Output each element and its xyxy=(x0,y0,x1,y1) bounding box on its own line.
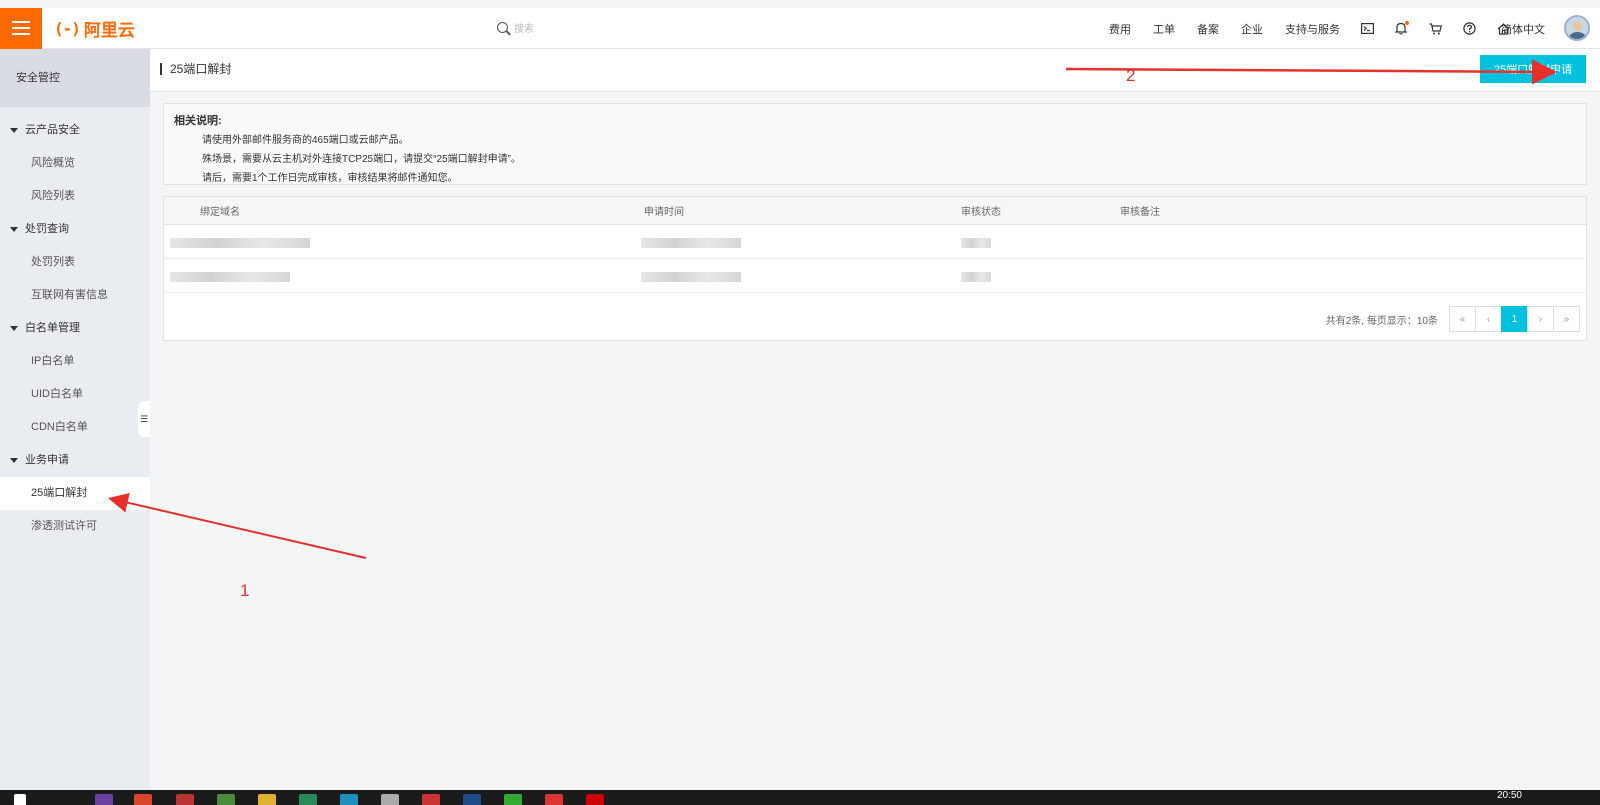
sidebar-group-label: 云产品安全 xyxy=(25,124,80,136)
pager-page-1[interactable]: 1 xyxy=(1501,306,1528,332)
sidebar-group-whitelist[interactable]: 白名单管理 xyxy=(0,312,150,345)
sidebar-item-penalty-list[interactable]: 处罚列表 xyxy=(0,246,150,279)
app-icon[interactable] xyxy=(422,794,440,805)
caret-down-icon xyxy=(10,128,18,133)
app-icon[interactable] xyxy=(95,794,113,805)
cart-icon[interactable] xyxy=(1428,22,1442,36)
table-header: 绑定域名 申请时间 审核状态 审核备注 xyxy=(164,197,1586,225)
aliyun-logo[interactable]: (-) 阿里云 xyxy=(54,16,135,41)
col-review-note: 审核备注 xyxy=(1120,207,1160,218)
caret-down-icon xyxy=(10,326,18,331)
bell-icon[interactable] xyxy=(1394,20,1409,36)
windows-taskbar: 20:50 xyxy=(0,790,1600,805)
sidebar-group-penalty[interactable]: 处罚查询 xyxy=(0,213,150,246)
pager-summary: 共有2条, 每页显示：10条 xyxy=(1325,315,1438,327)
app-icon[interactable] xyxy=(340,794,358,805)
sidebar-item-harmful-info[interactable]: 互联网有害信息 xyxy=(0,279,150,312)
blurred-cell xyxy=(961,238,991,248)
language-switcher[interactable]: 简体中文 xyxy=(1501,21,1545,37)
nav-tickets[interactable]: 工单 xyxy=(1153,21,1175,37)
notice-line: 殊场景，需要从云主机对外连接TCP25端口，请提交“25端口解封申请”。 xyxy=(202,154,521,165)
sidebar-item-cdn-whitelist[interactable]: CDN白名单 xyxy=(0,411,150,444)
logo-text: 阿里云 xyxy=(83,20,135,40)
chrome-icon[interactable] xyxy=(134,794,152,805)
page-title: 25端口解封 xyxy=(160,63,231,75)
app-icon[interactable] xyxy=(463,794,481,805)
sidebar: 安全管控 云产品安全 风险概览 风险列表 处罚查询 处罚列表 互联网有害信息 白… xyxy=(0,49,150,790)
blurred-cell xyxy=(170,272,290,282)
blurred-cell xyxy=(641,272,741,282)
caret-down-icon xyxy=(10,458,18,463)
app-icon[interactable] xyxy=(381,794,399,805)
col-apply-time: 申请时间 xyxy=(644,207,684,218)
sidebar-item-uid-whitelist[interactable]: UID白名单 xyxy=(0,378,150,411)
nav-support[interactable]: 支持与服务 xyxy=(1285,21,1340,37)
col-domain: 绑定域名 xyxy=(200,207,240,218)
nav-enterprise[interactable]: 企业 xyxy=(1241,21,1263,37)
annotation-label-2: 2 xyxy=(1126,66,1136,85)
table-row[interactable] xyxy=(164,259,1586,293)
terminal-icon[interactable] xyxy=(1360,22,1374,36)
wechat-icon[interactable] xyxy=(504,794,522,805)
app-icon[interactable] xyxy=(299,794,317,805)
search-icon xyxy=(497,22,508,33)
pager-prev-button[interactable]: ‹ xyxy=(1475,306,1502,332)
sidebar-collapse-icon[interactable]: ☰ xyxy=(138,401,150,437)
pagination: 共有2条, 每页显示：10条 « ‹ 1 › » xyxy=(1326,306,1580,332)
sidebar-item-pentest-permit[interactable]: 渗透测试许可 xyxy=(0,510,150,543)
sidebar-item-risk-list[interactable]: 风险列表 xyxy=(0,180,150,213)
windows-start-icon[interactable] xyxy=(14,794,26,805)
help-icon[interactable] xyxy=(1462,22,1476,36)
col-review-status: 审核状态 xyxy=(961,207,1001,218)
app-icon[interactable] xyxy=(217,794,235,805)
notice-line: 请后，需要1个工作日完成审核，审核结果将邮件通知您。 xyxy=(202,173,458,184)
folder-icon[interactable] xyxy=(258,794,276,805)
pager-first-button[interactable]: « xyxy=(1449,306,1476,332)
notice-line: 请使用外部邮件服务商的465端口或云邮产品。 xyxy=(202,135,409,146)
blurred-cell xyxy=(170,238,310,248)
sidebar-group-cloud-security[interactable]: 云产品安全 xyxy=(0,114,150,147)
search-placeholder: 搜索 xyxy=(514,24,534,35)
sidebar-group-label: 白名单管理 xyxy=(25,322,80,334)
sidebar-item-ip-whitelist[interactable]: IP白名单 xyxy=(0,345,150,378)
notice-title: 相关说明: xyxy=(174,115,222,127)
nav-billing[interactable]: 费用 xyxy=(1109,21,1131,37)
table-row[interactable] xyxy=(164,225,1586,259)
caret-down-icon xyxy=(10,227,18,232)
annotation-arrow-1 xyxy=(108,492,367,559)
user-avatar[interactable] xyxy=(1564,15,1590,41)
sidebar-item-port25-unblock[interactable]: 25端口解封 xyxy=(0,477,150,510)
pager-next-button[interactable]: › xyxy=(1527,306,1554,332)
search-box[interactable]: 搜索 xyxy=(497,20,534,35)
sidebar-group-label: 处罚查询 xyxy=(25,223,69,235)
notification-dot xyxy=(1405,20,1409,25)
top-navbar: (-) 阿里云 搜索 费用 工单 备案 企业 支持与服务 简体中文 xyxy=(0,7,1600,49)
notice-panel: 相关说明: 请使用外部邮件服务商的465端口或云邮产品。 殊场景，需要从云主机对… xyxy=(163,103,1587,185)
blurred-cell xyxy=(961,272,991,282)
nav-icp[interactable]: 备案 xyxy=(1197,21,1219,37)
annotation-label-1: 1 xyxy=(240,581,250,600)
sidebar-item-risk-overview[interactable]: 风险概览 xyxy=(0,147,150,180)
sidebar-group-business-apply[interactable]: 业务申请 xyxy=(0,444,150,477)
app-icon[interactable] xyxy=(176,794,194,805)
page-header: 25端口解封 25端口解封申请 xyxy=(150,49,1600,92)
app-icon[interactable] xyxy=(545,794,563,805)
top-nav: 费用 工单 备案 企业 支持与服务 xyxy=(1087,8,1510,49)
port25-apply-button[interactable]: 25端口解封申请 xyxy=(1480,55,1586,83)
blurred-cell xyxy=(641,238,741,248)
sidebar-group-label: 业务申请 xyxy=(25,454,69,466)
hamburger-menu-icon[interactable] xyxy=(0,7,42,49)
sidebar-title: 安全管控 xyxy=(0,49,150,107)
logo-mark: (-) xyxy=(54,18,81,38)
application-table: 绑定域名 申请时间 审核状态 审核备注 共有2条, 每页显示：10条 « ‹ 1… xyxy=(163,196,1587,341)
app-icon[interactable] xyxy=(586,794,604,805)
taskbar-clock: 20:50 xyxy=(1496,790,1522,801)
pager-last-button[interactable]: » xyxy=(1553,306,1580,332)
